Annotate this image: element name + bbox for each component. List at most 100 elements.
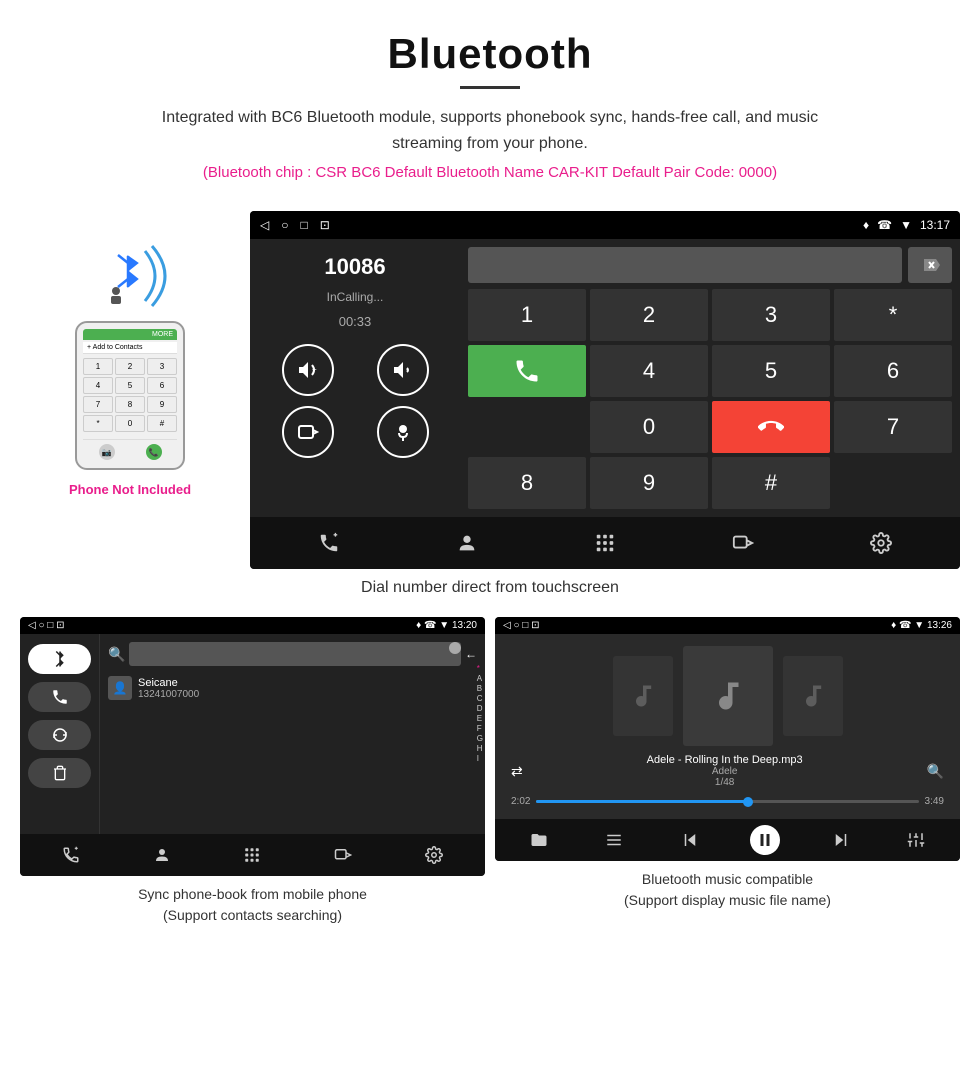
volume-down-btn[interactable]: - (377, 344, 429, 396)
bluetooth-signal-illustration (90, 241, 170, 311)
pb-contact-number: 13241007000 (138, 689, 199, 700)
pb-letter-f[interactable]: F (477, 724, 483, 733)
music-time-current: 2:02 (511, 796, 530, 807)
phone-key-1: 1 (83, 358, 113, 375)
status-right-icons: ♦ ☎ ▼ 13:17 (863, 218, 950, 232)
pb-contact-info: Seicane 13241007000 (138, 677, 199, 700)
pb-letter-b[interactable]: B (477, 684, 483, 693)
dial-input-area: 1 2 3 * 4 5 6 0 (460, 239, 960, 517)
music-counter: 1/48 (523, 777, 927, 788)
numpad-key-star[interactable]: * (834, 289, 952, 341)
music-list-btn[interactable] (599, 825, 629, 855)
numpad-key-9[interactable]: 9 (590, 457, 708, 509)
phone-key-7: 7 (83, 396, 113, 413)
pb-letter-g[interactable]: G (477, 734, 483, 743)
music-equalizer-btn[interactable] (901, 825, 931, 855)
music-progress-track[interactable] (536, 800, 918, 803)
pb-bottom-transfer-icon[interactable] (328, 840, 358, 870)
pb-status-right: ♦ ☎ ▼ 13:20 (416, 620, 477, 631)
bottom-settings-icon[interactable] (863, 525, 899, 561)
music-search-icon[interactable]: 🔍 (927, 763, 944, 780)
status-nav-icons: ◁ ○ □ ⊡ (260, 218, 330, 232)
phone-key-4: 4 (83, 377, 113, 394)
numpad-key-8[interactable]: 8 (468, 457, 586, 509)
phone-video-btn: 📷 (99, 444, 115, 460)
bottom-dialpad-icon[interactable] (587, 525, 623, 561)
phonebook-sidebar (20, 634, 100, 834)
pb-bluetooth-btn[interactable] (28, 644, 91, 674)
numpad-key-4[interactable]: 4 (590, 345, 708, 397)
bottom-transfer-icon[interactable] (725, 525, 761, 561)
pb-search-icon: 🔍 (108, 646, 125, 663)
numpad-key-1[interactable]: 1 (468, 289, 586, 341)
pb-sync-btn[interactable] (28, 720, 91, 750)
music-prev-btn[interactable] (675, 825, 705, 855)
phone-key-star: * (83, 415, 113, 432)
nav-back-icon: ◁ (260, 218, 269, 232)
music-album-row (613, 646, 843, 746)
pb-letter-c[interactable]: C (477, 694, 483, 703)
bottom-calls-icon[interactable] (311, 525, 347, 561)
numpad-key-6[interactable]: 6 (834, 345, 952, 397)
bottom-contacts-icon[interactable] (449, 525, 485, 561)
dial-input-row (468, 247, 952, 283)
pb-back-arrow[interactable]: ← (465, 647, 477, 661)
music-shuffle-icon[interactable]: ⇄ (511, 763, 523, 780)
numpad-key-7[interactable]: 7 (834, 401, 952, 453)
phone-key-6: 6 (147, 377, 177, 394)
music-next-btn[interactable] (826, 825, 856, 855)
phone-contact-bar: + Add to Contacts (83, 342, 177, 354)
music-status-right: ♦ ☎ ▼ 13:26 (891, 620, 952, 631)
music-progress-bar: 2:02 3:49 (507, 796, 948, 807)
phone-key-3: 3 (147, 358, 177, 375)
phonebook-bottom-bar (20, 834, 485, 876)
pb-contact-name: Seicane (138, 677, 199, 689)
numpad-key-0[interactable]: 0 (590, 401, 708, 453)
main-section: MORE + Add to Contacts 1 2 3 4 5 6 7 8 9… (0, 201, 980, 569)
volume-up-btn[interactable]: + (282, 344, 334, 396)
pb-delete-btn[interactable] (28, 758, 91, 788)
nav-screenshot-icon: ⊡ (320, 218, 330, 232)
wifi-icon: ▼ (900, 218, 912, 232)
pb-letter-e[interactable]: E (477, 714, 483, 723)
pb-letter-star[interactable]: * (477, 664, 483, 673)
music-info-row: ⇄ Adele - Rolling In the Deep.mp3 Adele … (507, 754, 948, 788)
pb-contact-row[interactable]: 👤 Seicane 13241007000 (108, 672, 477, 704)
transfer-btn[interactable] (282, 406, 334, 458)
dial-right-panel: 1 2 3 * 4 5 6 0 (460, 239, 960, 517)
music-folder-btn[interactable] (524, 825, 554, 855)
numpad-hangup-btn[interactable] (712, 401, 830, 453)
page-description: Integrated with BC6 Bluetooth module, su… (140, 105, 840, 156)
title-underline (460, 86, 520, 89)
music-panel: ◁ ○ □ ⊡ ♦ ☎ ▼ 13:26 (495, 617, 960, 934)
dial-caption: Dial number direct from touchscreen (0, 569, 980, 607)
phone-mockup: MORE + Add to Contacts 1 2 3 4 5 6 7 8 9… (75, 321, 185, 470)
dial-left-panel: 10086 InCalling... 00:33 + (250, 239, 460, 517)
numpad-key-5[interactable]: 5 (712, 345, 830, 397)
music-progress-fill (536, 800, 746, 803)
pb-bottom-calls-icon[interactable] (56, 840, 86, 870)
music-progress-dot[interactable] (743, 797, 753, 807)
dial-clear-btn[interactable] (908, 247, 952, 283)
pb-letter-h[interactable]: H (477, 744, 483, 753)
numpad-key-3[interactable]: 3 (712, 289, 830, 341)
pb-call-btn[interactable] (28, 682, 91, 712)
phone-key-0: 0 (115, 415, 145, 432)
numpad-call-btn[interactable] (468, 345, 586, 397)
pb-bottom-contacts-icon[interactable] (147, 840, 177, 870)
phone-key-2: 2 (115, 358, 145, 375)
music-play-pause-btn[interactable] (750, 825, 780, 855)
pb-bottom-dialpad-icon[interactable] (237, 840, 267, 870)
phonebook-body: 🔍 ← 👤 Seicane 13241007000 (20, 634, 485, 834)
mute-btn[interactable] (377, 406, 429, 458)
pb-search-field[interactable] (129, 642, 461, 666)
numpad-key-2[interactable]: 2 (590, 289, 708, 341)
pb-letter-i[interactable]: I (477, 754, 483, 763)
car-screen-area: ◁ ○ □ ⊡ ♦ ☎ ▼ 13:17 10086 InCalling... (250, 211, 960, 569)
dial-input-field[interactable] (468, 247, 902, 283)
numpad-key-hash[interactable]: # (712, 457, 830, 509)
dial-status-text: InCalling... (265, 290, 445, 304)
pb-letter-d[interactable]: D (477, 704, 483, 713)
pb-bottom-settings-icon[interactable] (419, 840, 449, 870)
pb-letter-a[interactable]: A (477, 674, 483, 683)
